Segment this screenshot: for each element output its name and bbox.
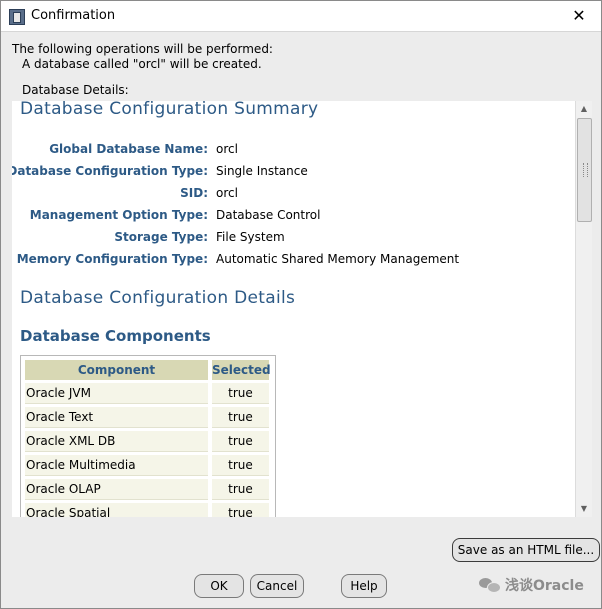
- summary-row: Management Option Type: Database Control: [12, 208, 572, 226]
- close-button[interactable]: ✕: [557, 1, 601, 31]
- component-name: Oracle Spatial: [25, 503, 208, 517]
- summary-value: File System: [216, 230, 285, 244]
- scrollbar-grip: [583, 163, 588, 177]
- summary-label: Storage Type:: [114, 230, 208, 244]
- operations-intro: The following operations will be perform…: [12, 42, 273, 72]
- summary-value: Single Instance: [216, 164, 308, 178]
- summary-label: Memory Configuration Type:: [16, 252, 208, 266]
- component-selected: true: [212, 479, 269, 500]
- summary-label: Database Configuration Type:: [12, 164, 208, 178]
- title-bar: Confirmation ✕: [1, 1, 601, 32]
- help-button[interactable]: Help: [341, 574, 387, 598]
- component-name: Oracle JVM: [25, 383, 208, 404]
- summary-value: Automatic Shared Memory Management: [216, 252, 460, 266]
- save-as-html-button[interactable]: Save as an HTML file...: [452, 538, 600, 562]
- components-table: Component Selected Oracle JVM true Oracl…: [20, 355, 276, 517]
- summary-row: SID: orcl: [12, 186, 572, 204]
- component-selected: true: [212, 503, 269, 517]
- summary-row: Global Database Name: orcl: [12, 142, 572, 160]
- component-selected: true: [212, 455, 269, 476]
- intro-line-2: A database called "orcl" will be created…: [22, 57, 262, 71]
- window-title: Confirmation: [31, 8, 116, 23]
- confirmation-dialog: Confirmation ✕ The following operations …: [0, 0, 602, 609]
- wechat-icon: [479, 577, 501, 593]
- summary-value: Database Control: [216, 208, 321, 222]
- components-heading: Database Components: [20, 327, 211, 345]
- component-name: Oracle XML DB: [25, 431, 208, 452]
- table-row: Oracle OLAP true: [21, 477, 275, 501]
- scroll-down-arrow-icon[interactable]: ▼: [576, 501, 592, 517]
- component-name: Oracle OLAP: [25, 479, 208, 500]
- column-header-component: Component: [25, 360, 208, 380]
- summary-label: Management Option Type:: [29, 208, 208, 222]
- scroll-up-arrow-icon[interactable]: ▲: [576, 101, 592, 117]
- summary-row: Database Configuration Type: Single Inst…: [12, 164, 572, 182]
- table-row: Oracle XML DB true: [21, 429, 275, 453]
- close-icon: ✕: [572, 6, 586, 25]
- component-selected: true: [212, 431, 269, 452]
- component-selected: true: [212, 407, 269, 428]
- column-header-selected: Selected: [212, 360, 271, 380]
- ok-button[interactable]: OK: [194, 574, 244, 598]
- table-row: Oracle Multimedia true: [21, 453, 275, 477]
- details-heading: Database Configuration Details: [20, 288, 296, 308]
- watermark-text: 浅谈Oracle: [505, 578, 584, 594]
- summary-value: orcl: [216, 186, 238, 200]
- watermark: 浅谈Oracle: [479, 575, 584, 595]
- cancel-button[interactable]: Cancel: [250, 574, 304, 598]
- details-content: Database Configuration Summary Global Da…: [12, 101, 574, 517]
- intro-line-1: The following operations will be perform…: [12, 42, 273, 56]
- scrollbar-thumb[interactable]: [577, 118, 592, 222]
- component-name: Oracle Text: [25, 407, 208, 428]
- app-window-icon: [9, 9, 25, 25]
- summary-row: Storage Type: File System: [12, 230, 572, 248]
- details-scroll-pane[interactable]: Database Configuration Summary Global Da…: [12, 101, 592, 517]
- table-row: Oracle JVM true: [21, 381, 275, 405]
- vertical-scrollbar[interactable]: ▲ ▼: [575, 101, 592, 517]
- summary-label: SID:: [180, 186, 208, 200]
- component-selected: true: [212, 383, 269, 404]
- summary-row: Memory Configuration Type: Automatic Sha…: [12, 252, 572, 270]
- summary-heading: Database Configuration Summary: [20, 101, 319, 119]
- summary-label: Global Database Name:: [49, 142, 208, 156]
- database-details-label: Database Details:: [22, 83, 129, 97]
- table-row: Oracle Text true: [21, 405, 275, 429]
- table-row: Oracle Spatial true: [21, 501, 275, 517]
- component-name: Oracle Multimedia: [25, 455, 208, 476]
- summary-value: orcl: [216, 142, 238, 156]
